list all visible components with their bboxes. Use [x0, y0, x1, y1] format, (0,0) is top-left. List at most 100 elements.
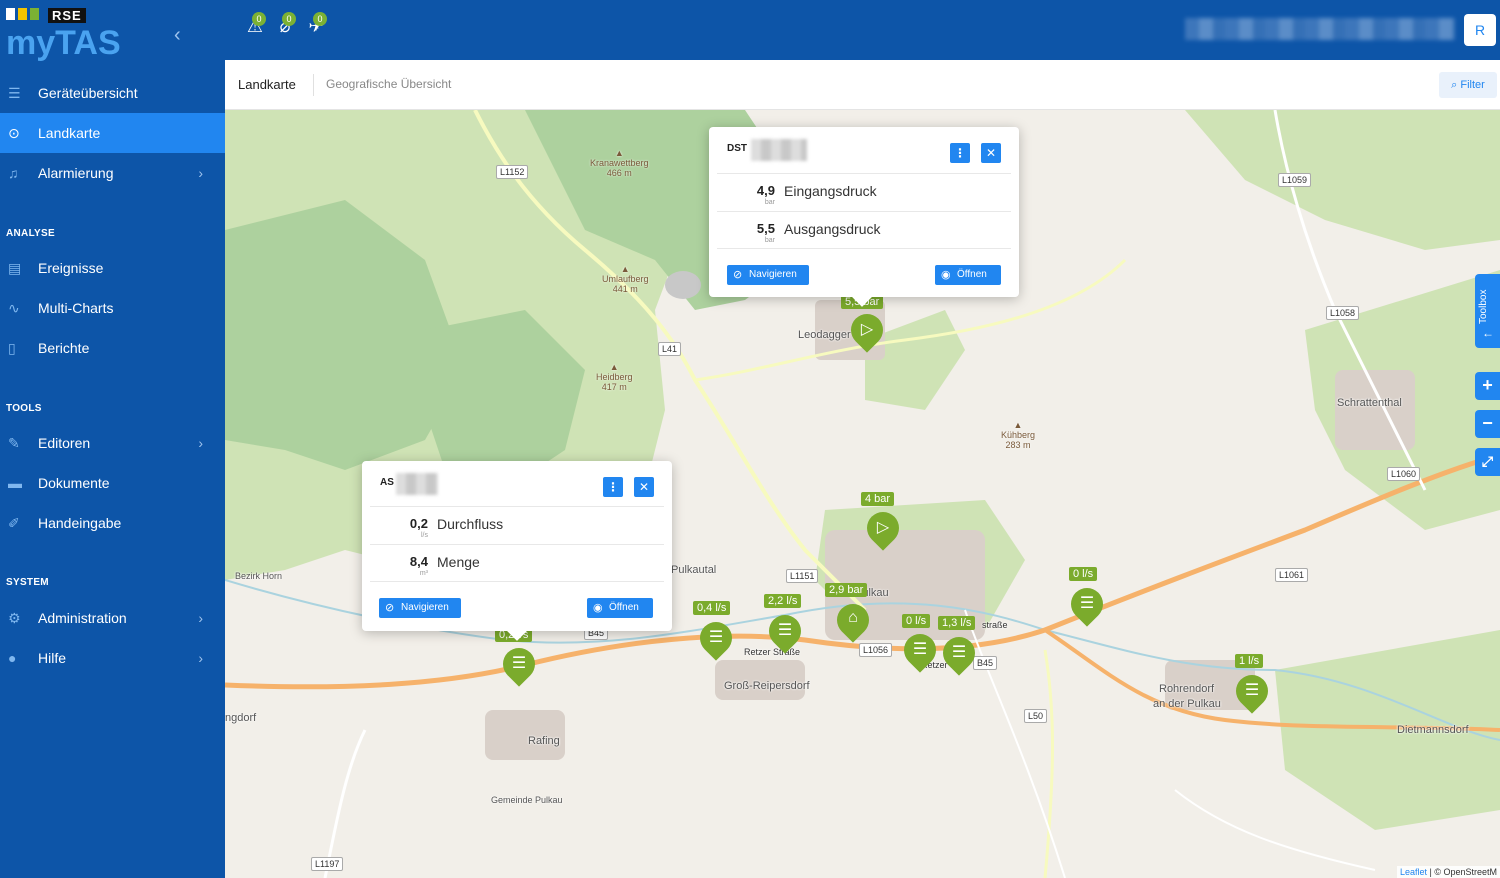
flow-meter-marker[interactable]: ☰ [936, 630, 982, 681]
alert-count-badge: 0 [252, 12, 266, 26]
marker-value-label: 0 l/s [902, 614, 931, 628]
flow-meter-marker[interactable]: ☰ [496, 641, 542, 692]
close-popup-button[interactable]: ✕ [634, 477, 654, 497]
leaflet-link[interactable]: Leaflet [1400, 867, 1427, 877]
arrow-left-icon: ← [1482, 326, 1494, 340]
sidebar-item-label: Berichte [38, 340, 90, 356]
sidebar-item-ereignisse[interactable]: ▤ Ereignisse [0, 248, 225, 288]
map[interactable]: Leodagger Schrattenthal Pulkau Groß-Reip… [225, 110, 1500, 878]
road-label: L1058 [1326, 306, 1360, 320]
popup-row: 0,2 l/s Durchfluss [370, 506, 664, 544]
flow-meter-marker[interactable]: ☰ [897, 627, 943, 678]
chart-line-icon: ∿ [8, 299, 20, 316]
sidebar-item-handeingabe[interactable]: ✐ Handeingabe [0, 503, 225, 543]
no-signal-icon[interactable]: ✈ 0 [304, 12, 328, 44]
sidebar-item-label: Hilfe [38, 650, 67, 666]
sidebar-item-label: Landkarte [38, 125, 101, 141]
avatar[interactable]: R [1464, 14, 1496, 46]
open-button[interactable]: ◉ Öffnen [587, 598, 653, 618]
street-label: straße [982, 620, 1008, 630]
logo-brand: RSE [48, 8, 86, 23]
popup-title: DST [727, 143, 747, 154]
sidebar-item-administration[interactable]: ⚙ Administration › [0, 598, 225, 638]
road-label: L1061 [1275, 568, 1309, 582]
zoom-out-button[interactable]: − [1475, 410, 1500, 438]
events-icon: ▤ [8, 259, 22, 276]
sidebar: RSE myTAS ‹ ☰ Geräteübersicht ⊙ Landkart… [0, 0, 225, 878]
row-unit: bar [764, 199, 775, 206]
report-icon: ▯ [8, 339, 16, 356]
filter-label: Filter [1460, 79, 1485, 91]
place-label: an der Pulkau [1153, 698, 1221, 710]
popup-dst: DST ⋮ ✕ 4,9 bar Eingangsdruck 5,5 bar Au… [709, 127, 1019, 307]
place-label: ngdorf [225, 712, 257, 724]
more-options-button[interactable]: ⋮ [603, 477, 623, 497]
toolbox-button[interactable]: Toolbox ← [1475, 274, 1500, 348]
navigate-button[interactable]: ⊘ Navigieren [727, 265, 809, 285]
sidebar-item-label: Alarmierung [38, 165, 114, 181]
sidebar-item-geraeteuebersicht[interactable]: ☰ Geräteübersicht [0, 73, 225, 113]
sidebar-item-alarmierung[interactable]: ♫ Alarmierung › [0, 153, 225, 193]
row-value: 4,9 [756, 183, 775, 198]
marker-value-label: 2,2 l/s [764, 594, 802, 608]
row-value: 8,4 [409, 554, 428, 569]
sidebar-item-multi-charts[interactable]: ∿ Multi-Charts [0, 288, 225, 328]
tab-landkarte[interactable]: Landkarte [238, 77, 296, 92]
flow-meter-marker[interactable]: ☰ [1064, 581, 1110, 632]
flow-meter-marker[interactable]: ☰ [693, 615, 739, 666]
collapse-sidebar-icon[interactable]: ‹ [174, 24, 181, 47]
popup-as: AS ⋮ ✕ 0,2 l/s Durchfluss 8,4 m³ Menge ⊘… [362, 461, 672, 641]
tab-geografische-uebersicht[interactable]: Geografische Übersicht [326, 77, 451, 91]
edit-icon: ✎ [8, 434, 20, 451]
pressure-station-marker[interactable]: ▷ [860, 505, 906, 556]
flow-meter-marker[interactable]: ☰ [1229, 668, 1275, 719]
sidebar-item-editoren[interactable]: ✎ Editoren › [0, 423, 225, 463]
user-name-redacted [1185, 18, 1455, 40]
chevron-right-icon: › [198, 610, 203, 626]
filter-button[interactable]: ⌕ Filter [1439, 72, 1497, 98]
row-label: Durchfluss [437, 516, 504, 532]
map-attribution: Leaflet | © OpenStreetM [1396, 866, 1500, 878]
alert-count-badge: 0 [282, 12, 296, 26]
marker-value-label: 1 l/s [1235, 654, 1264, 668]
pressure-station-marker[interactable]: ▷ [844, 307, 890, 358]
popup-title: AS [380, 477, 394, 488]
open-button[interactable]: ◉ Öffnen [935, 265, 1001, 285]
popup-row: 4,9 bar Eingangsdruck [717, 173, 1011, 211]
place-label: Bezirk Horn [235, 571, 283, 581]
row-value: 5,5 [756, 221, 775, 236]
tabs-bar: Landkarte Geografische Übersicht ⌕ Filte… [225, 60, 1500, 110]
logo[interactable]: RSE myTAS [6, 8, 156, 62]
row-unit: m³ [419, 570, 428, 577]
sidebar-item-label: Editoren [38, 435, 91, 451]
peak-label: ▲ Umlaufberg 441 m [602, 264, 649, 294]
more-options-button[interactable]: ⋮ [950, 143, 970, 163]
road-label: L1060 [1387, 467, 1421, 481]
close-popup-button[interactable]: ✕ [981, 143, 1001, 163]
list-icon: ☰ [8, 84, 21, 101]
no-connection-icon[interactable]: ⌀ 0 [273, 12, 297, 44]
navigate-button[interactable]: ⊘ Navigieren [379, 598, 461, 618]
marker-value-label: 4 bar [861, 492, 895, 506]
sidebar-item-label: Geräteübersicht [38, 85, 138, 101]
zoom-in-button[interactable]: + [1475, 372, 1500, 400]
tank-marker[interactable]: ⌂ [830, 597, 876, 648]
osm-attribution: © OpenStreetM [1434, 867, 1497, 877]
flow-meter-marker[interactable]: ☰ [762, 608, 808, 659]
place-label: Gemeinde Pulkau [491, 795, 563, 805]
fullscreen-button[interactable]: ⤢ [1475, 448, 1500, 476]
compass-icon: ⊘ [385, 602, 395, 614]
road-label: L1152 [496, 165, 529, 179]
sidebar-item-landkarte[interactable]: ⊙ Landkarte [0, 113, 225, 153]
row-label: Eingangsdruck [784, 183, 877, 199]
warning-icon[interactable]: ⚠ 0 [243, 12, 267, 44]
place-label: Pulkautal [671, 564, 717, 576]
tab-divider [313, 74, 314, 96]
eye-icon: ◉ [593, 602, 603, 614]
sidebar-item-hilfe[interactable]: ● Hilfe › [0, 638, 225, 678]
row-value: 0,2 [409, 516, 428, 531]
sidebar-item-berichte[interactable]: ▯ Berichte [0, 328, 225, 368]
alert-count-badge: 0 [313, 12, 327, 26]
chevron-right-icon: › [198, 435, 203, 451]
sidebar-item-dokumente[interactable]: ▬ Dokumente [0, 463, 225, 503]
